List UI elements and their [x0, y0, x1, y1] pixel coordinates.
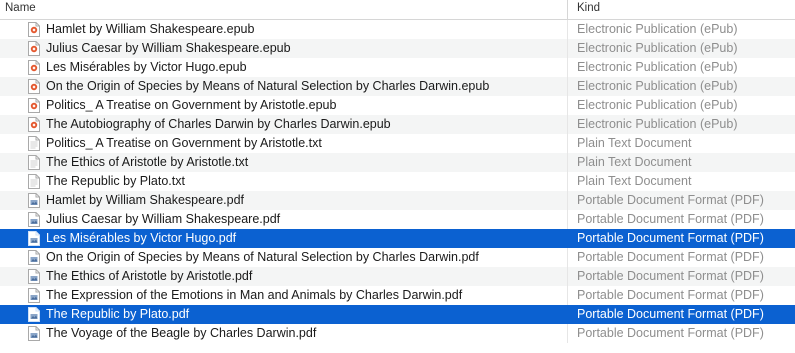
file-row[interactable]: Julius Caesar by William Shakespeare.pdf… — [0, 210, 795, 229]
file-row[interactable]: The Expression of the Emotions in Man an… — [0, 286, 795, 305]
file-name: On the Origin of Species by Means of Nat… — [46, 250, 479, 264]
file-row[interactable]: The Republic by Plato.pdf Portable Docume… — [0, 305, 795, 324]
pdf-icon — [28, 231, 40, 246]
file-row[interactable]: Les Misérables by Victor Hugo.epub Electr… — [0, 58, 795, 77]
file-kind: Portable Document Format (PDF) — [577, 231, 764, 245]
file-name: The Voyage of the Beagle by Charles Darw… — [46, 326, 317, 340]
file-row[interactable]: On the Origin of Species by Means of Nat… — [0, 248, 795, 267]
epub-icon — [28, 22, 40, 37]
file-row[interactable]: The Ethics of Aristotle by Aristotle.pdf… — [0, 267, 795, 286]
file-row[interactable]: Politics_ A Treatise on Government by Ar… — [0, 96, 795, 115]
text-file-icon — [28, 174, 40, 189]
file-row[interactable]: Hamlet by William Shakespeare.pdf Portabl… — [0, 191, 795, 210]
file-name: Julius Caesar by William Shakespeare.pdf — [46, 212, 281, 226]
pdf-icon — [28, 326, 40, 341]
text-file-icon — [28, 136, 40, 151]
epub-icon — [28, 79, 40, 94]
text-file-icon — [28, 155, 40, 170]
file-row[interactable]: The Republic by Plato.txt Plain Text Docu… — [0, 172, 795, 191]
file-name: Politics_ A Treatise on Government by Ar… — [46, 98, 337, 112]
file-kind: Electronic Publication (ePub) — [577, 79, 738, 93]
file-row[interactable]: The Ethics of Aristotle by Aristotle.txt… — [0, 153, 795, 172]
column-divider-line — [567, 58, 568, 77]
file-name: The Ethics of Aristotle by Aristotle.txt — [46, 155, 249, 169]
file-row[interactable]: Julius Caesar by William Shakespeare.epu… — [0, 39, 795, 58]
file-row[interactable]: Les Misérables by Victor Hugo.pdf Portabl… — [0, 229, 795, 248]
pdf-icon — [28, 288, 40, 303]
column-divider-line — [567, 39, 568, 58]
column-header: Name Kind — [0, 0, 795, 20]
file-name: The Republic by Plato.pdf — [46, 307, 190, 321]
file-name: Les Misérables by Victor Hugo.epub — [46, 60, 247, 74]
file-list: Hamlet by William Shakespeare.epub Electr… — [0, 20, 795, 343]
column-divider-line — [567, 115, 568, 134]
file-kind: Portable Document Format (PDF) — [577, 288, 764, 302]
file-name: The Expression of the Emotions in Man an… — [46, 288, 463, 302]
file-kind: Plain Text Document — [577, 155, 692, 169]
file-name: The Republic by Plato.txt — [46, 174, 185, 188]
file-name: Hamlet by William Shakespeare.pdf — [46, 193, 244, 207]
file-row[interactable]: Politics_ A Treatise on Government by Ar… — [0, 134, 795, 153]
file-kind: Portable Document Format (PDF) — [577, 193, 764, 207]
file-kind: Electronic Publication (ePub) — [577, 60, 738, 74]
file-kind: Portable Document Format (PDF) — [577, 326, 764, 340]
file-kind: Portable Document Format (PDF) — [577, 307, 764, 321]
column-divider-line — [567, 229, 568, 248]
column-divider-line — [567, 172, 568, 191]
file-row[interactable]: On the Origin of Species by Means of Nat… — [0, 77, 795, 96]
pdf-icon — [28, 269, 40, 284]
file-kind: Plain Text Document — [577, 136, 692, 150]
column-divider-line — [567, 77, 568, 96]
column-divider-line — [567, 96, 568, 115]
column-divider-line — [567, 134, 568, 153]
file-kind: Portable Document Format (PDF) — [577, 212, 764, 226]
column-divider-line — [567, 267, 568, 286]
column-divider-line — [567, 248, 568, 267]
file-kind: Portable Document Format (PDF) — [577, 269, 764, 283]
file-row[interactable]: The Autobiography of Charles Darwin by C… — [0, 115, 795, 134]
file-kind: Electronic Publication (ePub) — [577, 117, 738, 131]
file-row[interactable]: The Voyage of the Beagle by Charles Darw… — [0, 324, 795, 343]
column-divider-line — [567, 286, 568, 305]
file-kind: Electronic Publication (ePub) — [577, 22, 738, 36]
column-divider[interactable] — [567, 0, 568, 19]
file-name: Politics_ A Treatise on Government by Ar… — [46, 136, 322, 150]
file-kind: Electronic Publication (ePub) — [577, 98, 738, 112]
pdf-icon — [28, 193, 40, 208]
pdf-icon — [28, 250, 40, 265]
epub-icon — [28, 60, 40, 75]
column-divider-line — [567, 305, 568, 324]
file-name: On the Origin of Species by Means of Nat… — [46, 79, 490, 93]
pdf-icon — [28, 307, 40, 322]
column-divider-line — [567, 20, 568, 39]
epub-icon — [28, 41, 40, 56]
file-kind: Electronic Publication (ePub) — [577, 41, 738, 55]
file-name: The Autobiography of Charles Darwin by C… — [46, 117, 391, 131]
column-divider-line — [567, 191, 568, 210]
column-header-kind[interactable]: Kind — [577, 2, 600, 14]
column-divider-line — [567, 324, 568, 343]
file-name: The Ethics of Aristotle by Aristotle.pdf — [46, 269, 253, 283]
epub-icon — [28, 98, 40, 113]
file-kind: Portable Document Format (PDF) — [577, 250, 764, 264]
file-name: Hamlet by William Shakespeare.epub — [46, 22, 255, 36]
column-header-name[interactable]: Name — [5, 2, 36, 14]
pdf-icon — [28, 212, 40, 227]
file-row[interactable]: Hamlet by William Shakespeare.epub Electr… — [0, 20, 795, 39]
file-kind: Plain Text Document — [577, 174, 692, 188]
file-name: Les Misérables by Victor Hugo.pdf — [46, 231, 237, 245]
file-name: Julius Caesar by William Shakespeare.epu… — [46, 41, 291, 55]
epub-icon — [28, 117, 40, 132]
column-divider-line — [567, 153, 568, 172]
column-divider-line — [567, 210, 568, 229]
